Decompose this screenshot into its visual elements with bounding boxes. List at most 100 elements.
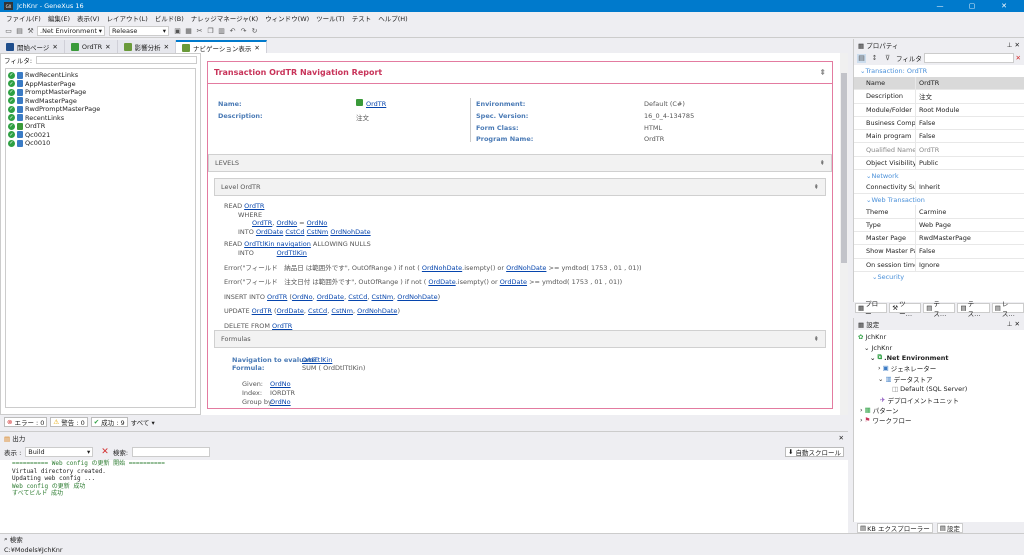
collapse-icon[interactable]: ⇞ — [814, 335, 819, 343]
category-network[interactable]: ⌄ Network — [854, 170, 1024, 181]
close-icon[interactable]: ✕ — [52, 43, 57, 51]
property-row[interactable]: Theme Carmine — [854, 205, 1024, 219]
menu-knowledge[interactable]: ナレッジマネージャ(K) — [191, 13, 258, 23]
collapse-icon[interactable]: ⇞ — [814, 183, 819, 191]
tab-test-1[interactable]: ▤ テス… — [923, 300, 956, 318]
menu-layout[interactable]: レイアウト(L) — [107, 13, 148, 23]
menu-build[interactable]: ビルド(B) — [155, 13, 184, 23]
tree-node-patterns[interactable]: › ▦ パターン — [858, 405, 1020, 415]
list-item[interactable]: ✓ RwdRecentLinks — [8, 71, 193, 80]
properties-filter-input[interactable] — [923, 53, 1014, 63]
list-item[interactable]: ✓ AppMasterPage — [8, 80, 193, 89]
save-all-icon[interactable]: ▦ — [184, 26, 193, 35]
close-icon[interactable]: ✕ — [164, 43, 169, 51]
tree-node-deployment[interactable]: ✈ デプロイメントユニット — [858, 394, 1020, 405]
given-link[interactable]: OrdNo — [270, 380, 291, 388]
tab-navigation-view[interactable]: ナビゲーション表示 ✕ — [176, 40, 267, 53]
level-section[interactable]: Level OrdTR ⇞ — [214, 178, 826, 196]
close-icon[interactable]: ✕ — [105, 43, 110, 51]
errors-filter[interactable]: ⊗ エラー : 0 — [4, 416, 48, 427]
categorized-icon[interactable]: ▤ — [857, 53, 866, 63]
category-security[interactable]: ⌄ Security — [854, 272, 1024, 283]
close-button[interactable]: ✕ — [992, 0, 1016, 12]
property-row[interactable]: Main program False — [854, 130, 1024, 144]
environment-select[interactable]: .Net Environment ▾ — [37, 25, 105, 36]
property-row[interactable]: Master Page RwdMasterPage — [854, 231, 1024, 246]
paste-icon[interactable]: ▥ — [217, 26, 226, 35]
property-row[interactable]: Business ComponentFalse — [854, 116, 1024, 131]
formulas-section[interactable]: Formulas ⇞ — [214, 330, 826, 348]
tab-responsive[interactable]: ▤ レス… — [991, 300, 1024, 318]
build-icon[interactable]: ⚒ — [26, 26, 35, 35]
property-row[interactable]: Show Master PageFalse — [854, 245, 1024, 259]
tree-node-datastores[interactable]: ⌄ ▥ データストア — [858, 374, 1020, 384]
clear-icon[interactable]: ✕ — [1016, 54, 1021, 62]
pin-icon[interactable]: ⊥ — [1007, 320, 1013, 328]
output-search-input[interactable] — [132, 447, 211, 457]
property-row[interactable]: On session timeouIgnore — [854, 258, 1024, 272]
levels-section[interactable]: LEVELS ⇞ — [208, 154, 832, 172]
close-icon[interactable]: ✕ — [254, 44, 259, 52]
tab-kb-explorer[interactable]: ▤ KB エクスプローラー — [857, 522, 933, 533]
menu-help[interactable]: ヘルプ(H) — [378, 13, 407, 23]
name-link[interactable]: OrdTR — [366, 100, 386, 108]
list-item[interactable]: ✓ RwdPromptMasterPage — [8, 105, 193, 114]
list-item[interactable]: ✓ OrdTR — [8, 122, 193, 131]
minimize-button[interactable]: — — [928, 0, 952, 12]
list-item[interactable]: ✓ RecentLinks — [8, 114, 193, 123]
tree-node-version[interactable]: ⌄ JchKnr — [858, 342, 1020, 352]
property-row[interactable]: Module/Folder Root Module — [854, 103, 1024, 117]
autoscroll-button[interactable]: ⬇ 自動スクロール — [785, 447, 844, 457]
new-icon[interactable]: ▭ — [4, 26, 13, 35]
configuration-select[interactable]: Release ▾ — [109, 25, 169, 36]
tab-start-page[interactable]: 開始ページ ✕ — [0, 40, 65, 53]
category-transaction[interactable]: ⌄ Transaction: OrdTR — [854, 65, 1024, 77]
redo-icon[interactable]: ↷ — [239, 26, 248, 35]
groupby-link[interactable]: OrdNo — [270, 398, 291, 406]
tab-impact-analysis[interactable]: 影響分析 ✕ — [117, 40, 177, 53]
undo-icon[interactable]: ↶ — [228, 26, 237, 35]
maximize-button[interactable]: ▢ — [960, 0, 984, 12]
tab-preferences[interactable]: ▤ 設定 — [936, 522, 963, 533]
menu-window[interactable]: ウィンドウ(W) — [265, 13, 309, 23]
tab-properties[interactable]: ▦ プロー — [855, 300, 888, 318]
menu-test[interactable]: テスト — [352, 13, 372, 23]
list-item[interactable]: ✓ RwdMasterPage — [8, 97, 193, 106]
list-item[interactable]: ✓ Qc0021 — [8, 131, 193, 140]
collapse-icon[interactable]: ⇞ — [819, 68, 826, 77]
tree-node-kb[interactable]: ✿ JchKnr — [858, 332, 1020, 342]
tree-node-workflow[interactable]: › ⚑ ワークフロー — [858, 415, 1020, 425]
nav-link[interactable]: OrdTtlKin — [302, 356, 332, 364]
close-icon[interactable]: ✕ — [1015, 41, 1020, 49]
property-row[interactable]: Qualified Name OrdTR — [854, 143, 1024, 157]
property-row[interactable]: Connectivity SuppInherit — [854, 181, 1024, 195]
filter-input[interactable] — [36, 56, 197, 64]
close-icon[interactable]: ✕ — [839, 434, 844, 442]
category-web-transaction[interactable]: ⌄ Web Transaction — [854, 194, 1024, 205]
refresh-icon[interactable]: ↻ — [250, 26, 259, 35]
search-bar[interactable]: ⌕ 検索 — [0, 533, 1024, 544]
tab-test-2[interactable]: ▤ テス… — [957, 300, 990, 318]
filter-icon[interactable]: ⊽ — [883, 54, 892, 63]
property-row[interactable]: Description 注文 — [854, 90, 1024, 104]
collapse-icon[interactable]: ⇞ — [820, 159, 825, 167]
list-item[interactable]: ✓ Qc0010 — [8, 139, 193, 148]
property-row[interactable]: Object Visibility Public — [854, 156, 1024, 171]
report-scrollbar[interactable] — [840, 53, 848, 415]
tree-node-generators[interactable]: › ▣ ジェネレーター — [858, 363, 1020, 373]
all-filter[interactable]: すべて ▾ — [131, 417, 155, 427]
list-item[interactable]: ✓ PromptMasterPage — [8, 88, 193, 97]
open-icon[interactable]: ▤ — [15, 26, 24, 35]
tab-ordtr[interactable]: OrdTR ✕ — [64, 40, 118, 53]
copy-icon[interactable]: ❐ — [206, 26, 215, 35]
success-filter[interactable]: ✔ 成功 : 9 — [90, 416, 128, 427]
menu-file[interactable]: ファイル(F) — [6, 13, 41, 23]
tab-toolbox[interactable]: ⚒ ツー… — [889, 300, 922, 318]
alphabetical-icon[interactable]: ↕ — [870, 54, 879, 63]
cut-icon[interactable]: ✂ — [195, 26, 204, 35]
pin-icon[interactable]: ⊥ — [1007, 41, 1013, 49]
close-icon[interactable]: ✕ — [1015, 320, 1020, 328]
warnings-filter[interactable]: ⚠ 警告 : 0 — [50, 416, 88, 427]
clear-icon[interactable]: ✕ — [101, 447, 109, 457]
property-row[interactable]: Type Web Page — [854, 218, 1024, 232]
